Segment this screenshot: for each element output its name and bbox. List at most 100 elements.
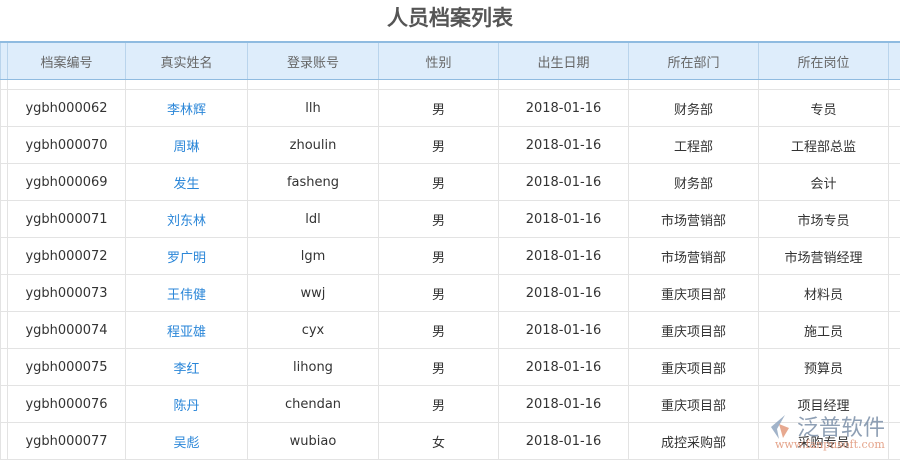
birth-date-cell: 2018-01-16: [499, 386, 629, 423]
spacer-cell: [889, 80, 900, 90]
column-header[interactable]: 所在岗位: [759, 42, 889, 80]
table-row[interactable]: ygbh000075李红lihong男2018-01-16重庆项目部预算员: [1, 349, 900, 386]
table-row[interactable]: ygbh000062李林辉llh男2018-01-16财务部专员: [1, 90, 900, 127]
column-header[interactable]: 真实姓名: [126, 42, 248, 80]
real-name-cell[interactable]: 李林辉: [126, 90, 248, 127]
personnel-table: 档案编号真实姓名登录账号性别出生日期所在部门所在岗位 ygbh000062李林辉…: [0, 41, 900, 460]
file-no-cell: ygbh000074: [8, 312, 126, 349]
row-edge-cell: [1, 90, 8, 127]
real-name-cell[interactable]: 李红: [126, 349, 248, 386]
row-edge-cell: [1, 238, 8, 275]
row-edge-cell: [1, 312, 8, 349]
row-edge-cell: [889, 201, 900, 238]
table-row[interactable]: ygbh000074程亚雄cyx男2018-01-16重庆项目部施工员: [1, 312, 900, 349]
spacer-cell: [379, 80, 499, 90]
row-edge-cell: [1, 201, 8, 238]
birth-date-cell: 2018-01-16: [499, 201, 629, 238]
column-header[interactable]: 登录账号: [248, 42, 379, 80]
gender-cell: 男: [379, 312, 499, 349]
position-cell: 项目经理: [759, 386, 889, 423]
row-edge-cell: [1, 386, 8, 423]
table-header: 档案编号真实姓名登录账号性别出生日期所在部门所在岗位: [1, 42, 900, 80]
account-cell: zhoulin: [248, 127, 379, 164]
real-name-cell[interactable]: 吴彪: [126, 423, 248, 460]
position-cell: 采购专员: [759, 423, 889, 460]
table-row[interactable]: ygbh000077吴彪wubiao女2018-01-16成控采购部采购专员: [1, 423, 900, 460]
row-edge-cell: [889, 386, 900, 423]
page-title: 人员档案列表: [0, 0, 900, 36]
column-header[interactable]: 所在部门: [629, 42, 759, 80]
real-name-cell[interactable]: 王伟健: [126, 275, 248, 312]
file-no-cell: ygbh000075: [8, 349, 126, 386]
row-edge-cell: [889, 127, 900, 164]
row-edge-cell: [889, 164, 900, 201]
row-edge-cell: [1, 164, 8, 201]
account-cell: chendan: [248, 386, 379, 423]
real-name-cell[interactable]: 陈丹: [126, 386, 248, 423]
gender-cell: 男: [379, 164, 499, 201]
table-row[interactable]: ygbh000069发生fasheng男2018-01-16财务部会计: [1, 164, 900, 201]
real-name-cell[interactable]: 程亚雄: [126, 312, 248, 349]
department-cell: 财务部: [629, 90, 759, 127]
file-no-cell: ygbh000072: [8, 238, 126, 275]
position-cell: 工程部总监: [759, 127, 889, 164]
spacer-cell: [759, 80, 889, 90]
real-name-cell[interactable]: 发生: [126, 164, 248, 201]
position-cell: 预算员: [759, 349, 889, 386]
department-cell: 财务部: [629, 164, 759, 201]
department-cell: 工程部: [629, 127, 759, 164]
gender-cell: 男: [379, 238, 499, 275]
position-cell: 专员: [759, 90, 889, 127]
account-cell: wubiao: [248, 423, 379, 460]
birth-date-cell: 2018-01-16: [499, 164, 629, 201]
spacer-cell: [126, 80, 248, 90]
birth-date-cell: 2018-01-16: [499, 349, 629, 386]
column-header[interactable]: 性别: [379, 42, 499, 80]
real-name-cell[interactable]: 刘东林: [126, 201, 248, 238]
file-no-cell: ygbh000071: [8, 201, 126, 238]
table-row[interactable]: ygbh000073王伟健wwj男2018-01-16重庆项目部材料员: [1, 275, 900, 312]
account-cell: lgm: [248, 238, 379, 275]
position-cell: 材料员: [759, 275, 889, 312]
file-no-cell: ygbh000073: [8, 275, 126, 312]
row-edge-cell: [1, 127, 8, 164]
gender-cell: 女: [379, 423, 499, 460]
row-edge-cell: [1, 349, 8, 386]
birth-date-cell: 2018-01-16: [499, 275, 629, 312]
gender-cell: 男: [379, 90, 499, 127]
column-header-edge: [1, 42, 8, 80]
department-cell: 重庆项目部: [629, 349, 759, 386]
file-no-cell: ygbh000070: [8, 127, 126, 164]
gender-cell: 男: [379, 127, 499, 164]
account-cell: fasheng: [248, 164, 379, 201]
column-header[interactable]: 出生日期: [499, 42, 629, 80]
table-row[interactable]: ygbh000076陈丹chendan男2018-01-16重庆项目部项目经理: [1, 386, 900, 423]
spacer-cell: [8, 80, 126, 90]
spacer-cell: [499, 80, 629, 90]
real-name-cell[interactable]: 罗广明: [126, 238, 248, 275]
table-row[interactable]: ygbh000070周琳zhoulin男2018-01-16工程部工程部总监: [1, 127, 900, 164]
spacer-cell: [1, 80, 8, 90]
file-no-cell: ygbh000077: [8, 423, 126, 460]
row-edge-cell: [1, 275, 8, 312]
position-cell: 会计: [759, 164, 889, 201]
gender-cell: 男: [379, 349, 499, 386]
row-edge-cell: [1, 423, 8, 460]
account-cell: cyx: [248, 312, 379, 349]
row-edge-cell: [889, 238, 900, 275]
real-name-cell[interactable]: 周琳: [126, 127, 248, 164]
row-edge-cell: [889, 90, 900, 127]
spacer-row: [1, 80, 900, 90]
row-edge-cell: [889, 312, 900, 349]
position-cell: 市场营销经理: [759, 238, 889, 275]
table-row[interactable]: ygbh000071刘东林ldl男2018-01-16市场营销部市场专员: [1, 201, 900, 238]
birth-date-cell: 2018-01-16: [499, 238, 629, 275]
gender-cell: 男: [379, 201, 499, 238]
birth-date-cell: 2018-01-16: [499, 90, 629, 127]
birth-date-cell: 2018-01-16: [499, 423, 629, 460]
account-cell: lihong: [248, 349, 379, 386]
account-cell: llh: [248, 90, 379, 127]
column-header[interactable]: 档案编号: [8, 42, 126, 80]
table-row[interactable]: ygbh000072罗广明lgm男2018-01-16市场营销部市场营销经理: [1, 238, 900, 275]
account-cell: wwj: [248, 275, 379, 312]
